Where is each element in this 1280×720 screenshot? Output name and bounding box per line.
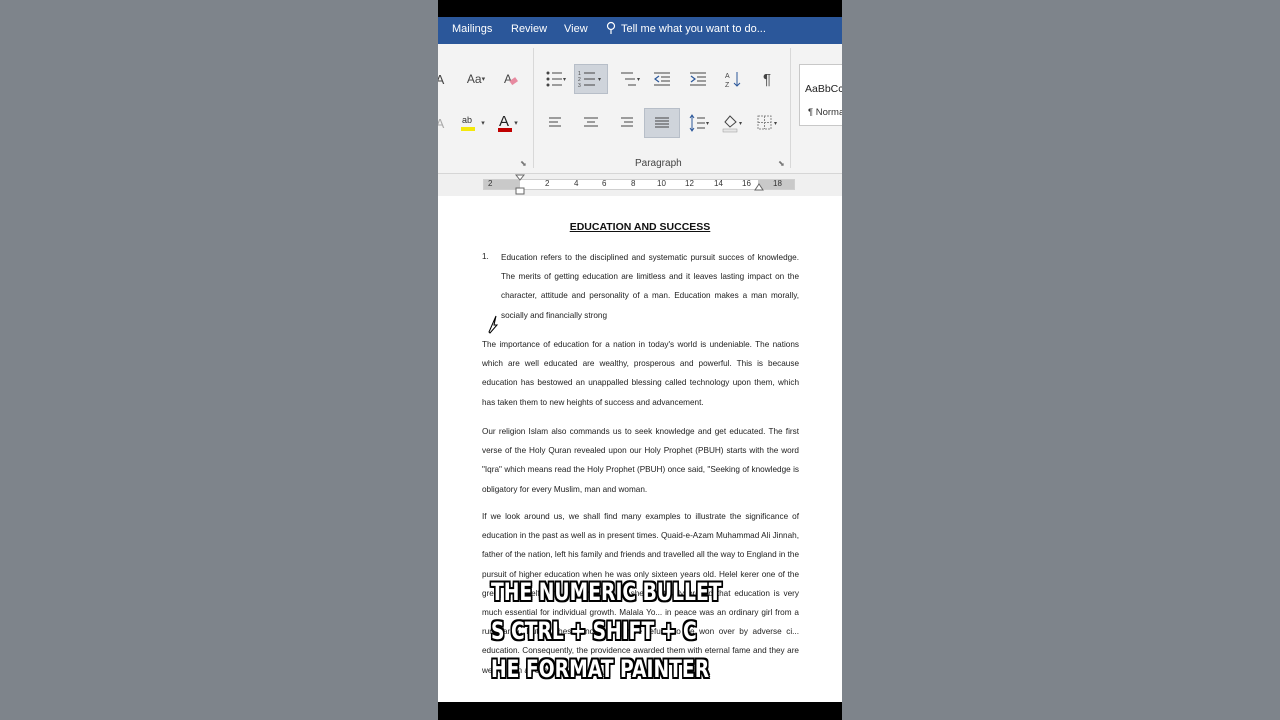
tab-review[interactable]: Review: [511, 23, 547, 35]
borders-icon: ▾: [757, 115, 777, 130]
highlighter-icon: ab: [461, 115, 476, 131]
font-dialog-launcher-icon[interactable]: ⬊: [520, 159, 527, 168]
tab-mailings[interactable]: Mailings: [452, 23, 492, 35]
style-preview: AaBbCcD: [805, 83, 842, 95]
font-color-icon: A: [498, 113, 513, 132]
bullets-button[interactable]: ▾: [542, 66, 570, 92]
mouse-pointer-icon: [488, 315, 499, 334]
bullet-list-icon: ▾: [546, 71, 566, 87]
group-separator: [533, 48, 534, 168]
horizontal-ruler[interactable]: 2 2 4 6 8 10 12 14 16 18: [438, 174, 842, 196]
increase-indent-button[interactable]: [684, 66, 712, 92]
svg-text:A: A: [504, 72, 512, 86]
sort-az-icon: AZ: [725, 72, 741, 88]
eraser-icon: A: [504, 72, 518, 86]
svg-text:Z: Z: [725, 82, 730, 88]
letterbox-bar: [438, 702, 842, 720]
align-center-icon: [584, 117, 598, 127]
ribbon: A Aa ▾ A A ab ▾ A ▾ ⬊ ▾ 1 2 3 ▾ ▾ A Z ¶ …: [438, 44, 842, 174]
multilevel-list-icon: ▾: [621, 72, 640, 86]
caption-line-1: THE NUMERIC BULLET: [491, 578, 722, 606]
align-right-icon: [621, 117, 633, 127]
caption-line-2: S CTRL + SHIFT + C: [491, 617, 697, 645]
right-indent-marker-icon[interactable]: [754, 180, 764, 192]
sort-button[interactable]: AZ: [719, 66, 747, 92]
tell-me-search[interactable]: Tell me what you want to do...: [621, 23, 766, 35]
svg-text:3: 3: [578, 83, 581, 88]
chevron-down-icon: ▾: [481, 120, 485, 127]
chevron-down-icon: ▾: [514, 120, 518, 127]
line-spacing-icon: ▾: [689, 114, 709, 132]
show-formatting-button[interactable]: ¶: [753, 66, 781, 92]
video-frame: Mailings Review View Tell me what you wa…: [438, 0, 842, 720]
list-number: 1.: [482, 252, 489, 261]
caption-line-3: HE FORMAT PAINTER: [491, 655, 710, 683]
justify-icon: [655, 117, 669, 128]
svg-text:▾: ▾: [706, 121, 709, 127]
change-case-button[interactable]: Aa ▾: [462, 66, 490, 92]
multilevel-list-button[interactable]: ▾: [616, 66, 644, 92]
highlight-color-button[interactable]: ab ▾: [458, 110, 486, 136]
paragraph-group-label: Paragraph: [635, 158, 682, 169]
decrease-indent-icon: [654, 72, 670, 86]
svg-text:A: A: [725, 73, 730, 80]
numbering-button[interactable]: 1 2 3 ▾: [574, 64, 608, 94]
paragraph-1: Education refers to the disciplined and …: [501, 253, 799, 320]
paragraph-dialog-launcher-icon[interactable]: ⬊: [778, 159, 785, 168]
svg-text:▾: ▾: [739, 121, 742, 127]
tab-view[interactable]: View: [564, 23, 588, 35]
align-left-button[interactable]: [542, 110, 570, 136]
ruler-labels: 2 2 4 6 8 10 12 14 16 18: [488, 179, 782, 188]
svg-text:▾: ▾: [637, 77, 640, 83]
paragraph-3: Our religion Islam also commands us to s…: [482, 427, 799, 494]
group-separator: [790, 48, 791, 168]
svg-text:A: A: [499, 113, 509, 130]
align-center-button[interactable]: [577, 110, 605, 136]
ruler-scale: 2 2 4 6 8 10 12 14 16 18: [483, 179, 795, 190]
justify-button[interactable]: [644, 108, 680, 138]
numbered-list-icon: 1 2 3 ▾: [578, 71, 601, 88]
text-effects-icon[interactable]: A: [438, 110, 454, 136]
chevron-down-icon: ▾: [481, 76, 486, 83]
svg-text:▾: ▾: [598, 77, 601, 83]
indent-marker-icon[interactable]: [515, 174, 525, 198]
paint-bucket-icon: ▾: [722, 115, 742, 133]
lightbulb-icon: [606, 21, 616, 34]
clear-formatting-icon[interactable]: A: [496, 66, 524, 92]
pilcrow-icon: ¶: [762, 70, 772, 88]
font-size-icon[interactable]: A: [438, 66, 454, 92]
style-normal[interactable]: AaBbCcD ¶ Normal: [799, 64, 842, 126]
ribbon-tab-bar: Mailings Review View Tell me what you wa…: [438, 17, 842, 44]
borders-button[interactable]: ▾: [754, 110, 782, 136]
paragraph-2: The importance of education for a nation…: [482, 340, 799, 407]
document-title: EDUCATION AND SUCCESS: [569, 221, 711, 233]
shading-button[interactable]: ▾: [719, 110, 747, 136]
style-name: ¶ Normal: [808, 107, 842, 118]
align-right-button[interactable]: [612, 110, 640, 136]
line-spacing-button[interactable]: ▾: [686, 110, 714, 136]
font-color-button[interactable]: A ▾: [493, 110, 521, 136]
increase-indent-icon: [690, 72, 706, 86]
svg-text:▾: ▾: [563, 77, 566, 83]
svg-text:▾: ▾: [774, 121, 777, 127]
svg-text:ab: ab: [462, 115, 472, 125]
decrease-indent-button[interactable]: [648, 66, 676, 92]
align-left-icon: [549, 117, 561, 127]
